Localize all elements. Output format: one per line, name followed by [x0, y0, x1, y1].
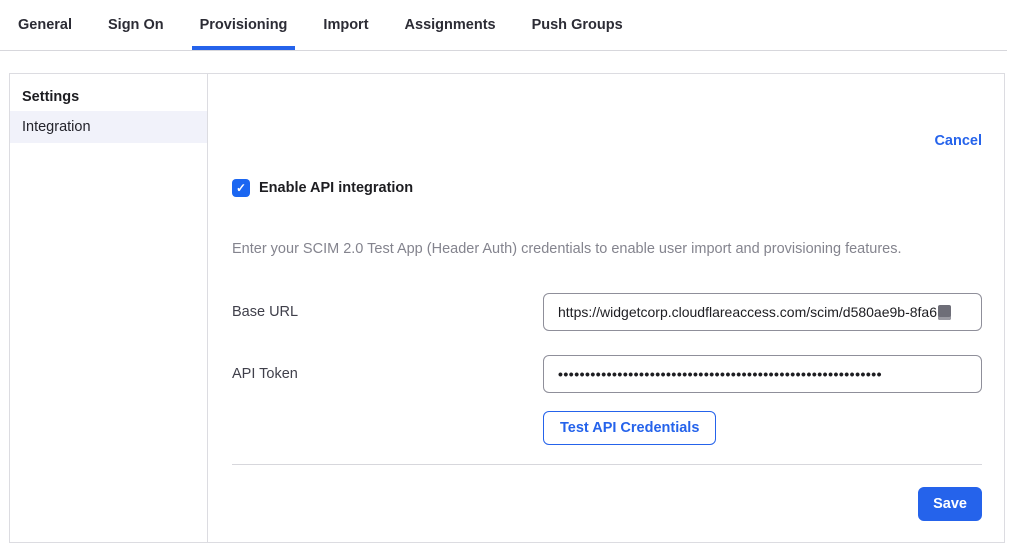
- settings-sidebar: Settings Integration: [10, 74, 208, 542]
- test-credentials-row: Test API Credentials: [232, 411, 982, 445]
- base-url-value: https://widgetcorp.cloudflareaccess.com/…: [558, 304, 937, 320]
- app-tab-bar: General Sign On Provisioning Import Assi…: [0, 0, 1007, 51]
- enable-api-integration-label: Enable API integration: [259, 180, 413, 196]
- base-url-row: Base URL https://widgetcorp.cloudflareac…: [232, 293, 982, 331]
- sidebar-header-settings: Settings: [10, 83, 207, 111]
- sidebar-item-integration[interactable]: Integration: [10, 111, 207, 143]
- integration-settings-form: Cancel ✓ Enable API integration Enter yo…: [208, 74, 1004, 542]
- enable-api-integration-row: ✓ Enable API integration: [232, 179, 982, 197]
- tab-import[interactable]: Import: [315, 0, 376, 50]
- tab-push-groups[interactable]: Push Groups: [524, 0, 631, 50]
- save-row: Save: [232, 487, 982, 521]
- tab-provisioning[interactable]: Provisioning: [192, 0, 296, 50]
- provisioning-panel: Settings Integration Cancel ✓ Enable API…: [9, 73, 1005, 543]
- form-divider: [232, 464, 982, 465]
- checkmark-icon: ✓: [236, 181, 246, 195]
- credentials-description: Enter your SCIM 2.0 Test App (Header Aut…: [232, 241, 982, 257]
- api-token-masked-value: ••••••••••••••••••••••••••••••••••••••••…: [558, 366, 882, 382]
- button-column: Test API Credentials: [543, 411, 982, 445]
- api-token-input[interactable]: ••••••••••••••••••••••••••••••••••••••••…: [543, 355, 982, 393]
- api-token-label: API Token: [232, 366, 298, 382]
- cancel-row: Cancel: [232, 132, 982, 150]
- test-api-credentials-button[interactable]: Test API Credentials: [543, 411, 716, 445]
- tab-sign-on[interactable]: Sign On: [100, 0, 172, 50]
- text-selection-block: [938, 305, 951, 320]
- tab-general[interactable]: General: [10, 0, 80, 50]
- enable-api-integration-checkbox[interactable]: ✓: [232, 179, 250, 197]
- base-url-input[interactable]: https://widgetcorp.cloudflareaccess.com/…: [543, 293, 982, 331]
- cancel-link[interactable]: Cancel: [934, 133, 982, 149]
- tab-assignments[interactable]: Assignments: [397, 0, 504, 50]
- base-url-label: Base URL: [232, 304, 298, 320]
- save-button[interactable]: Save: [918, 487, 982, 521]
- api-token-row: API Token ••••••••••••••••••••••••••••••…: [232, 355, 982, 393]
